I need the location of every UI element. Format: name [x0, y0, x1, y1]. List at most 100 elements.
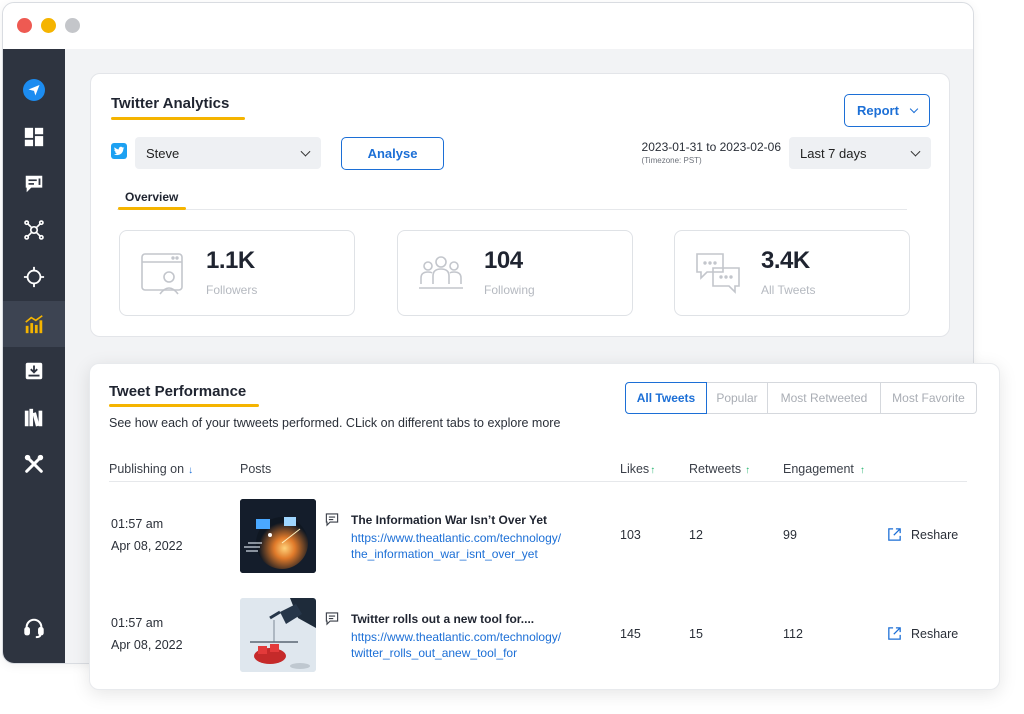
followers-label: Followers: [206, 283, 258, 297]
performance-tabs: All Tweets Popular Most Retweeted Most F…: [625, 382, 977, 414]
tab-most-retweeted[interactable]: Most Retweeted: [767, 382, 881, 414]
sort-down-icon: ↓: [188, 465, 194, 476]
post-thumbnail[interactable]: [240, 499, 316, 573]
sidebar-item-home[interactable]: [3, 67, 65, 113]
twitter-icon: [111, 143, 127, 159]
row-retweets: 12: [689, 528, 703, 542]
sidebar-item-inbox[interactable]: [3, 348, 65, 394]
column-header-retweets[interactable]: Retweets ↑: [689, 462, 750, 476]
post-title[interactable]: The Information War Isn’t Over Yet: [351, 513, 547, 527]
analyse-button[interactable]: Analyse: [341, 137, 444, 170]
account-select[interactable]: Steve: [135, 137, 321, 169]
performance-subtitle: See how each of your twweets performed. …: [109, 416, 561, 430]
row-engagement: 112: [783, 627, 803, 641]
analytics-title: Twitter Analytics: [111, 95, 230, 112]
inbox-icon: [25, 362, 43, 380]
reshare-label: Reshare: [911, 626, 959, 641]
account-select-value: Steve: [146, 145, 180, 161]
reshare-icon: [888, 627, 901, 640]
send-logo-icon: [23, 79, 45, 101]
tab-divider: [117, 209, 907, 210]
twitter-analytics-card: Twitter Analytics Report Steve Analyse 2…: [90, 73, 950, 337]
library-icon: [24, 408, 43, 427]
column-header-date[interactable]: Publishing on ↓: [109, 462, 193, 476]
all-tweets-count: 3.4K: [761, 247, 810, 274]
post-link[interactable]: https://www.theatlantic.com/technology/ …: [351, 530, 591, 562]
maximize-window-button[interactable]: [65, 18, 80, 33]
sidebar-item-dashboard[interactable]: [3, 114, 65, 160]
reshare-button[interactable]: Reshare: [886, 625, 958, 642]
row-retweets: 15: [689, 627, 703, 641]
following-label: Following: [484, 283, 535, 297]
reshare-button[interactable]: Reshare: [886, 526, 958, 543]
tab-overview-underline: [118, 207, 186, 210]
sidebar-item-target[interactable]: [3, 254, 65, 300]
column-header-likes-label: Likes: [620, 462, 650, 476]
tweet-comment-icon: [325, 612, 339, 626]
performance-title: Tweet Performance: [109, 383, 247, 400]
post-link[interactable]: https://www.theatlantic.com/technology/ …: [351, 629, 591, 661]
post-link-line-1: https://www.theatlantic.com/technology/: [351, 630, 562, 644]
row-date: Apr 08, 2022: [111, 539, 183, 553]
row-engagement: 99: [783, 528, 797, 542]
title-bar: [3, 3, 973, 49]
tools-icon: [24, 454, 44, 473]
tab-all-tweets[interactable]: All Tweets: [625, 382, 707, 414]
date-range: 2023-01-31 to 2023-02-06 (Timezone: PST): [642, 140, 781, 165]
close-window-button[interactable]: [17, 18, 32, 33]
sort-up-icon: ↑: [745, 465, 751, 476]
performance-title-underline: [109, 404, 259, 407]
sort-up-icon: ↑: [859, 465, 865, 476]
chevron-down-icon: [909, 104, 919, 113]
sidebar-item-tools[interactable]: [3, 441, 65, 487]
support-headset-icon: [24, 618, 44, 639]
column-header-date-label: Publishing on: [109, 462, 185, 476]
minimize-window-button[interactable]: [41, 18, 56, 33]
timezone-text: (Timezone: PST): [641, 156, 702, 165]
tweet-performance-card: Tweet Performance See how each of your t…: [89, 363, 1000, 690]
people-group-icon: [419, 256, 463, 289]
post-link-line-2: twitter_rolls_out_anew_tool_for: [351, 646, 518, 660]
row-time: 01:57 am: [111, 616, 164, 630]
network-icon: [24, 220, 44, 240]
chevron-down-icon: [910, 146, 921, 157]
period-select[interactable]: Last 7 days: [789, 137, 931, 169]
sidebar-item-analytics[interactable]: [3, 301, 65, 347]
column-header-retweets-label: Retweets: [689, 462, 742, 476]
report-button[interactable]: Report: [844, 94, 930, 127]
tab-popular[interactable]: Popular: [706, 382, 768, 414]
profile-window-icon: [141, 253, 183, 295]
stat-followers: 1.1K Followers: [119, 230, 355, 316]
row-likes: 103: [620, 528, 641, 542]
chevron-down-icon: [300, 146, 311, 157]
stat-following: 104 Following: [397, 230, 633, 316]
sidebar-item-network[interactable]: [3, 207, 65, 253]
followers-count: 1.1K: [206, 247, 255, 274]
compose-icon: [25, 175, 43, 193]
row-date: Apr 08, 2022: [111, 638, 183, 652]
post-thumbnail[interactable]: [240, 598, 316, 672]
row-likes: 145: [620, 627, 641, 641]
analytics-icon: [25, 315, 43, 334]
tab-overview[interactable]: Overview: [125, 190, 178, 204]
stat-all-tweets: 3.4K All Tweets: [674, 230, 910, 316]
sort-up-icon: ↑: [650, 465, 656, 476]
title-underline: [111, 117, 245, 120]
target-icon: [23, 266, 45, 288]
column-header-likes[interactable]: Likes↑: [620, 462, 655, 476]
reshare-icon: [888, 528, 901, 541]
column-header-posts: Posts: [240, 462, 272, 476]
dashboard-icon: [24, 127, 44, 147]
sidebar-item-support[interactable]: [3, 605, 65, 651]
column-header-engagement[interactable]: Engagement ↑: [783, 462, 865, 476]
post-link-line-2: the_information_war_isnt_over_yet: [351, 547, 538, 561]
tab-most-favorite[interactable]: Most Favorite: [880, 382, 977, 414]
column-header-engagement-label: Engagement: [783, 462, 854, 476]
row-time: 01:57 am: [111, 517, 164, 531]
sidebar: [3, 49, 65, 663]
tweet-comment-icon: [325, 513, 339, 527]
chat-bubbles-icon: [696, 253, 740, 294]
sidebar-item-library[interactable]: [3, 395, 65, 441]
post-title[interactable]: Twitter rolls out a new tool for....: [351, 612, 534, 626]
sidebar-item-compose[interactable]: [3, 161, 65, 207]
